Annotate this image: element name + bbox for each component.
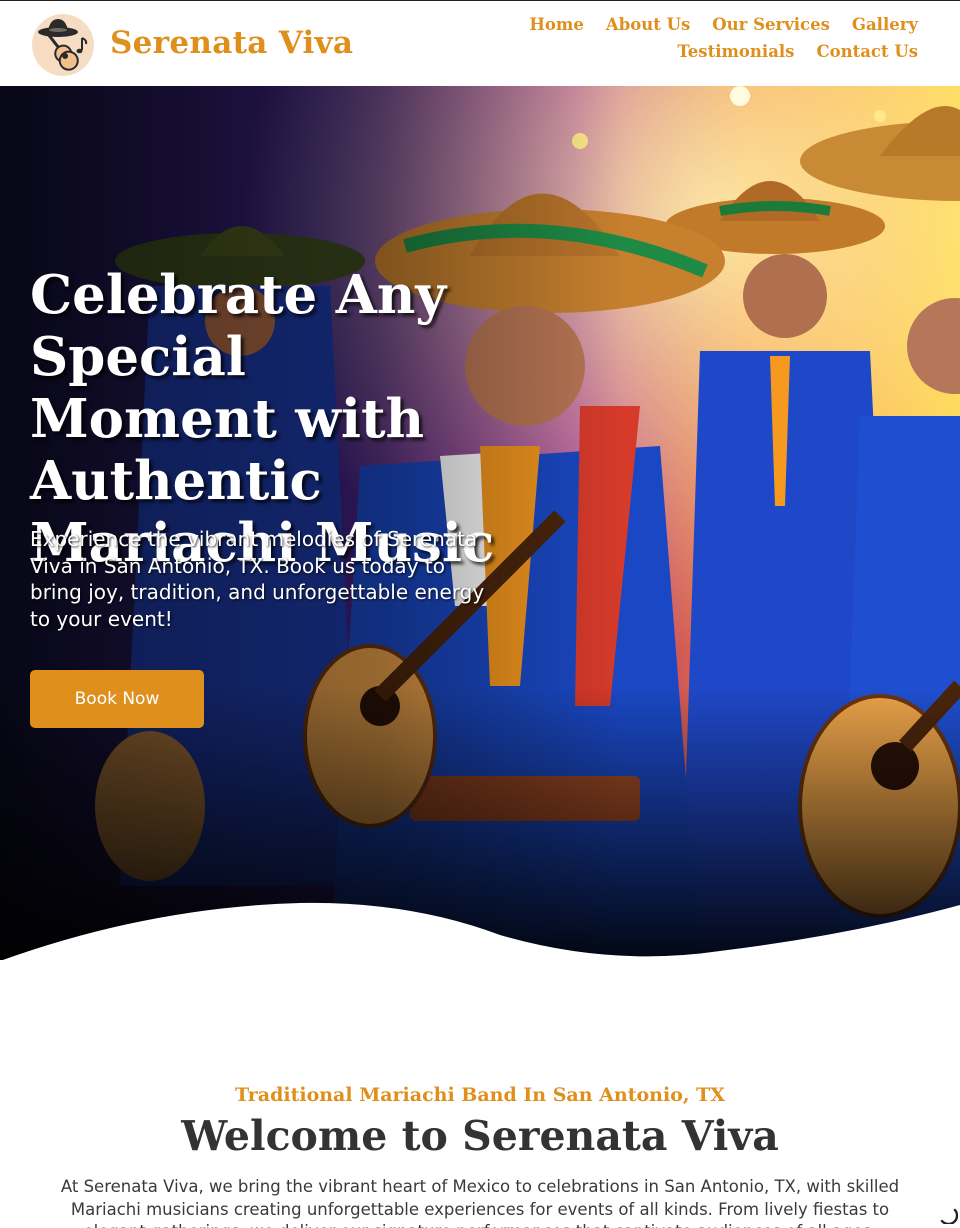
brand-logo[interactable]: Serenata Viva <box>32 14 353 76</box>
nav-contact-us[interactable]: Contact Us <box>816 42 918 61</box>
brand-name: Serenata Viva <box>110 25 354 61</box>
nav-gallery[interactable]: Gallery <box>852 15 918 34</box>
mariachi-guitar-logo-icon <box>32 14 94 76</box>
hero-section: Celebrate Any Special Moment with Authen… <box>0 86 960 960</box>
welcome-eyebrow: Traditional Mariachi Band In San Antonio… <box>235 1084 725 1106</box>
nav-our-services[interactable]: Our Services <box>712 15 830 34</box>
loading-spinner-icon <box>940 1208 958 1224</box>
welcome-body: At Serenata Viva, we bring the vibrant h… <box>60 1177 900 1228</box>
site-header: Serenata Viva Home About Us Our Services… <box>0 0 960 86</box>
welcome-title: Welcome to Serenata Viva <box>181 1112 779 1160</box>
main-nav: Home About Us Our Services Gallery Testi… <box>498 15 918 69</box>
book-now-button[interactable]: Book Now <box>30 670 204 728</box>
nav-testimonials[interactable]: Testimonials <box>677 42 794 61</box>
wave-divider <box>0 902 960 965</box>
nav-home[interactable]: Home <box>529 15 584 34</box>
hero-subtitle: Experience the vibrant melodies of Seren… <box>30 527 485 631</box>
nav-about-us[interactable]: About Us <box>606 15 690 34</box>
